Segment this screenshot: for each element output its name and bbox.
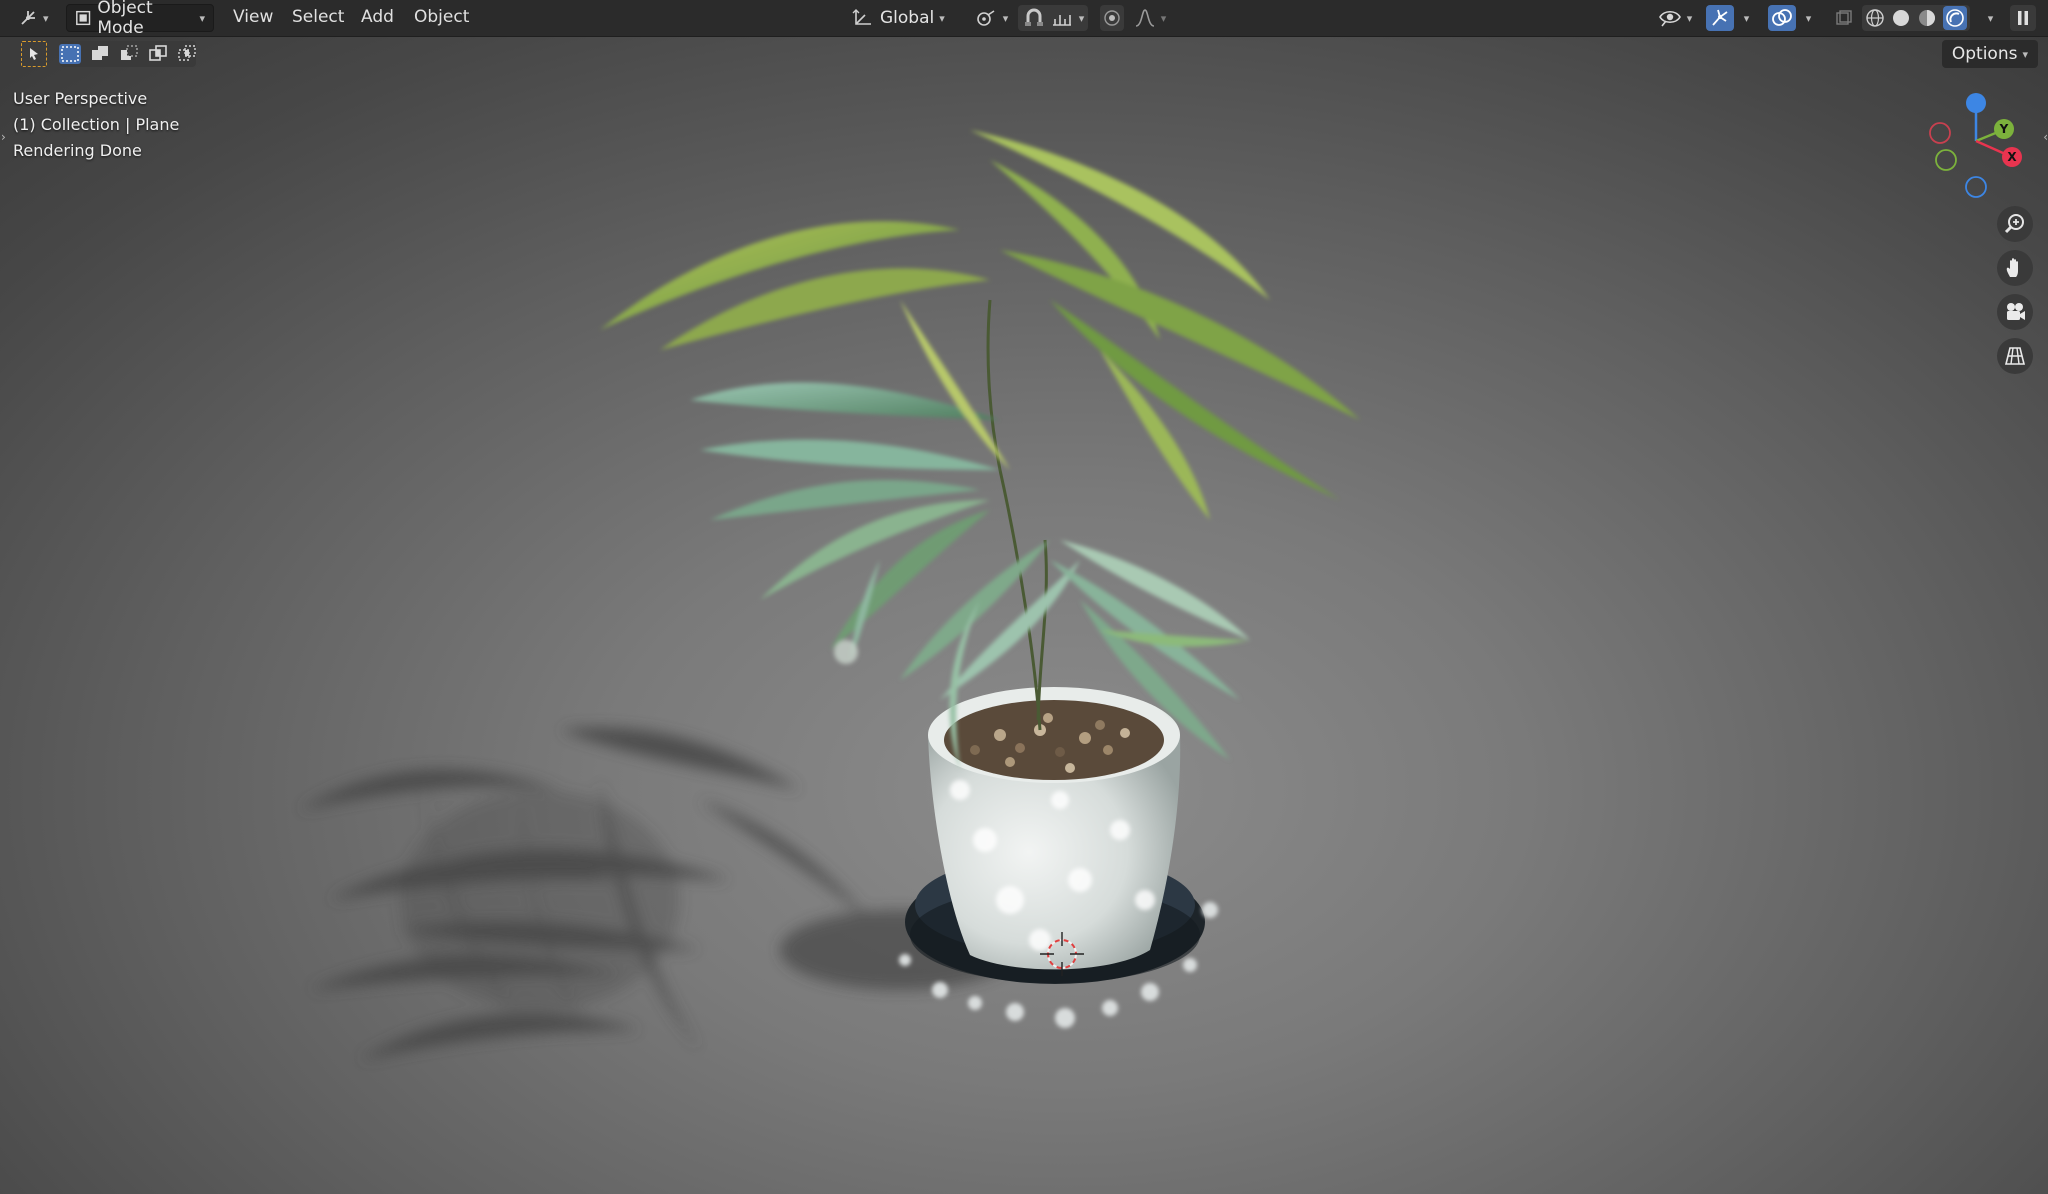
chevron-down-icon: ▾ bbox=[1078, 11, 1085, 25]
overlays-icon bbox=[1772, 9, 1792, 26]
orientation-label: Global bbox=[880, 8, 935, 28]
tool-header-row bbox=[0, 37, 2048, 71]
plant-pot bbox=[928, 687, 1181, 970]
falloff-curve-icon bbox=[1135, 9, 1154, 27]
select-intersect-icon[interactable] bbox=[177, 44, 197, 64]
solid-shading-icon[interactable] bbox=[1891, 8, 1911, 28]
chevron-down-icon: ▾ bbox=[199, 11, 205, 25]
object-mode-icon bbox=[76, 10, 91, 26]
chevron-down-icon: ▾ bbox=[43, 11, 49, 25]
collection-info-text: (1) Collection | Plane bbox=[13, 115, 180, 134]
options-label: Options bbox=[1951, 44, 2018, 64]
hand-icon bbox=[2006, 258, 2018, 277]
visibility-dropdown[interactable]: ▾ bbox=[1654, 5, 1696, 31]
pause-icon bbox=[2018, 11, 2028, 25]
plant-stems bbox=[986, 299, 1048, 731]
pause-render-button[interactable] bbox=[2010, 5, 2036, 31]
editor-type-icon bbox=[21, 11, 35, 25]
orientation-dropdown[interactable]: Global ▾ bbox=[852, 4, 962, 32]
falloff-dropdown[interactable]: ▾ bbox=[1130, 5, 1170, 31]
rendered-shading-button[interactable] bbox=[1943, 6, 1967, 30]
chevron-down-icon: ▾ bbox=[1686, 11, 1693, 25]
xray-toggle-button[interactable] bbox=[1832, 5, 1856, 31]
plant-foliage bbox=[600, 130, 1360, 770]
pivot-point-button[interactable]: ▾ bbox=[972, 5, 1012, 31]
gizmo-x-label[interactable]: X bbox=[2005, 150, 2019, 164]
snap-increment-icon[interactable] bbox=[1050, 7, 1074, 29]
options-dropdown[interactable]: Options ▾ bbox=[1941, 40, 2038, 68]
xray-icon bbox=[1836, 10, 1852, 25]
transform-orientation-icon bbox=[852, 9, 871, 25]
select-tool-button[interactable] bbox=[21, 41, 47, 67]
select-new-icon[interactable] bbox=[59, 44, 81, 64]
proportional-editing-button[interactable] bbox=[1100, 5, 1124, 31]
toolbar-expand-arrow[interactable]: › bbox=[1, 130, 6, 144]
camera-view-button[interactable] bbox=[1997, 294, 2033, 330]
camera-icon bbox=[2007, 303, 2025, 320]
menu-select[interactable]: Select bbox=[292, 7, 344, 27]
3d-viewport[interactable]: › ‹ bbox=[0, 37, 2048, 1194]
chevron-down-icon: ▾ bbox=[1002, 11, 1009, 25]
wireframe-shading-icon[interactable] bbox=[1865, 8, 1885, 28]
gizmo-y-label[interactable]: Y bbox=[1997, 122, 2011, 136]
menu-object[interactable]: Object bbox=[414, 7, 469, 27]
select-invert-icon[interactable] bbox=[148, 44, 168, 64]
chevron-down-icon: ▾ bbox=[1160, 11, 1167, 25]
sidebar-expand-arrow[interactable]: ‹ bbox=[2043, 130, 2048, 144]
gizmo-toggle-button[interactable] bbox=[1706, 5, 1734, 31]
grid-perspective-icon bbox=[2004, 347, 2026, 365]
editor-type-button[interactable]: ▾ bbox=[18, 4, 54, 32]
shading-dropdown[interactable]: ▾ bbox=[1980, 5, 1996, 31]
viewport-info-overlay: User Perspective (1) Collection | Plane … bbox=[13, 86, 179, 164]
viewport-header: ▾ Object Mode ▾ View Select Add Object G… bbox=[0, 0, 2048, 38]
view-name-text: User Perspective bbox=[13, 89, 148, 108]
snap-icon[interactable] bbox=[1022, 7, 1046, 29]
cursor-arrow-icon bbox=[30, 48, 38, 60]
chevron-down-icon: ▾ bbox=[1987, 11, 1994, 25]
selection-mode-group bbox=[59, 41, 197, 67]
gizmo-toggle-icon bbox=[1712, 9, 1728, 26]
rendered-shading-icon bbox=[1946, 9, 1964, 27]
shading-group bbox=[1862, 5, 1970, 31]
pan-button[interactable] bbox=[1997, 250, 2033, 286]
overlays-dropdown[interactable]: ▾ bbox=[1798, 5, 1814, 31]
select-extend-icon[interactable] bbox=[90, 44, 110, 64]
snap-group: ▾ bbox=[1018, 5, 1088, 31]
mode-label: Object Mode bbox=[97, 0, 153, 38]
select-subtract-icon[interactable] bbox=[119, 44, 139, 64]
navigation-gizmo[interactable] bbox=[1929, 93, 2022, 198]
menu-view[interactable]: View bbox=[233, 7, 273, 27]
visibility-eye-icon bbox=[1658, 10, 1681, 27]
chevron-down-icon: ▾ bbox=[1743, 11, 1750, 25]
menu-add[interactable]: Add bbox=[361, 7, 394, 27]
overlays-toggle-button[interactable] bbox=[1768, 5, 1796, 31]
rendered-scene bbox=[300, 93, 2022, 1060]
proportional-editing-icon bbox=[1104, 10, 1120, 26]
ortho-toggle-button[interactable] bbox=[1997, 338, 2033, 374]
plant-shadow bbox=[300, 727, 1020, 1060]
pivot-point-icon bbox=[976, 10, 995, 26]
chevron-down-icon: ▾ bbox=[1805, 11, 1812, 25]
render-status-text: Rendering Done bbox=[13, 141, 142, 160]
zoom-button[interactable] bbox=[1997, 206, 2033, 242]
zoom-icon bbox=[2004, 214, 2024, 234]
chevron-down-icon: ▾ bbox=[2022, 47, 2028, 61]
chevron-down-icon: ▾ bbox=[939, 11, 945, 25]
mode-dropdown[interactable]: Object Mode ▾ bbox=[66, 0, 214, 38]
gizmo-dropdown[interactable]: ▾ bbox=[1736, 5, 1752, 31]
material-preview-icon[interactable] bbox=[1917, 8, 1937, 28]
